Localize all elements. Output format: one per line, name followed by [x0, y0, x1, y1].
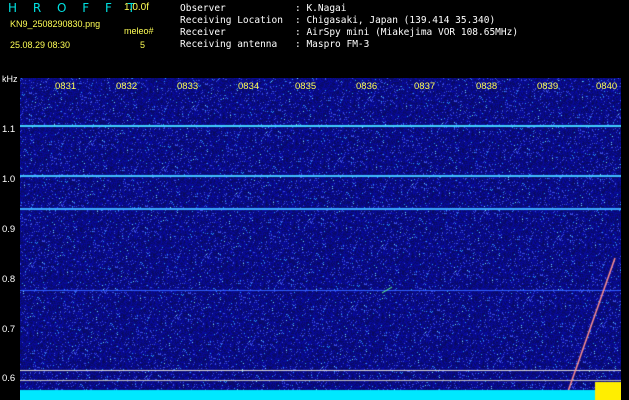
x-tick-label: 0831	[55, 81, 77, 92]
observer-label: Observer	[180, 3, 226, 14]
x-tick-label: 0836	[356, 81, 378, 92]
filename-label: KN9_2508290830.png	[10, 19, 101, 29]
x-tick-label: 0839	[537, 81, 559, 92]
datetime-label: 25.08.29 08:30	[10, 40, 71, 50]
x-tick-label: 0833	[177, 81, 199, 92]
antenna-label: Receiving antenna	[180, 39, 278, 50]
y-tick-label: 0.9	[2, 224, 16, 235]
meleo-value: 5	[140, 40, 146, 50]
y-axis-unit: kHz	[2, 74, 18, 84]
waterfall-spectrogram	[20, 78, 621, 400]
version-label: 1.0.0f	[124, 2, 150, 13]
x-tick-label: 0834	[238, 81, 260, 92]
x-tick-label: 0832	[116, 81, 138, 92]
app-title: H R O F F T	[8, 1, 142, 15]
y-tick-label: 1.1	[2, 124, 16, 135]
y-tick-label: 0.8	[2, 274, 16, 285]
receiver-label: Receiver	[180, 27, 226, 38]
x-tick-label: 0835	[295, 81, 317, 92]
x-tick-label: 0840	[596, 81, 618, 92]
y-tick-label: 0.6	[2, 373, 16, 384]
location-value: : Chigasaki, Japan (139.414 35.340)	[295, 15, 496, 26]
y-tick-label: 1.0	[2, 174, 16, 185]
x-tick-label: 0837	[414, 81, 436, 92]
x-tick-label: 0838	[476, 81, 498, 92]
observer-value: : K.Nagai	[295, 3, 347, 14]
y-tick-label: 0.7	[2, 324, 16, 335]
antenna-value: : Maspro FM-3	[295, 39, 370, 50]
receiver-value: : AirSpy mini (Miakejima VOR 108.65MHz)	[295, 27, 519, 38]
location-label: Receiving Location	[180, 15, 283, 26]
meleo-label: meleo#	[124, 26, 154, 36]
